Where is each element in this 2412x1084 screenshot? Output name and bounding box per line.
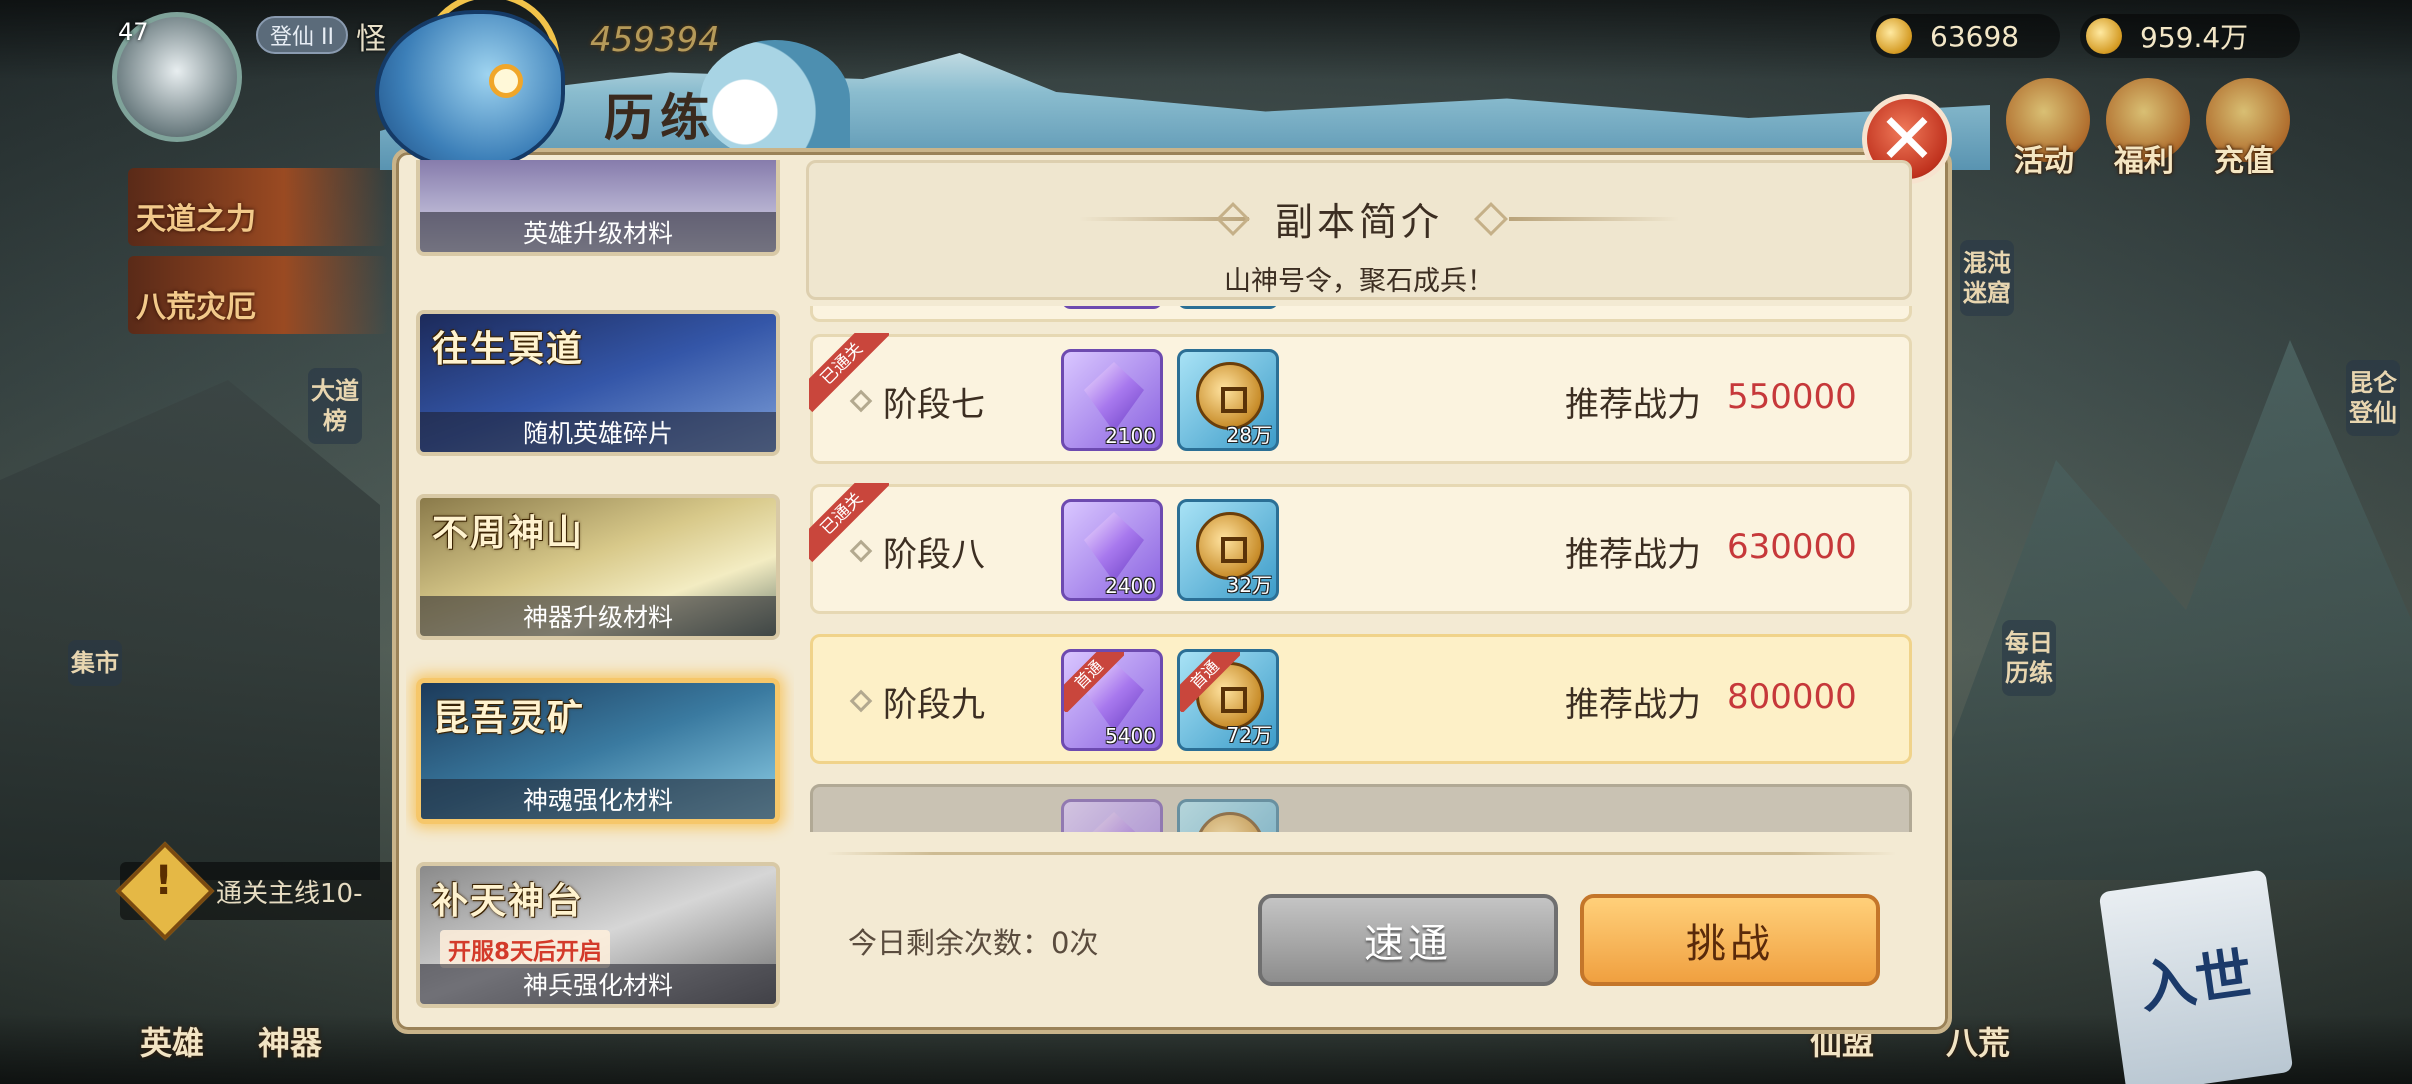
dialog-title: 历练 xyxy=(604,89,716,147)
coin-amount: 72万 xyxy=(1226,723,1272,747)
challenge-button[interactable]: 挑战 xyxy=(1580,894,1880,986)
stage-name: 阶段七 xyxy=(883,385,985,425)
nav-artifact[interactable]: 神器 xyxy=(258,1018,322,1064)
first-clear-flag: 首通 xyxy=(1064,652,1124,712)
stage-row-8[interactable]: 已通关 阶段八 2400 32万 推荐战力 630000 xyxy=(809,483,1912,614)
dungeon-name: 补天神台 xyxy=(432,881,585,922)
dungeon-card-hero[interactable]: 英雄升级材料 xyxy=(416,160,780,256)
intro-header: 副本简介 山神号令，聚石成兵！ xyxy=(806,160,1912,300)
gold-ingot-counter[interactable]: 63698 xyxy=(1870,14,2060,58)
coin-reward-icon xyxy=(1177,306,1279,309)
gem-reward-icon xyxy=(1061,306,1163,309)
side-daily[interactable]: 每日历练 xyxy=(2002,620,2056,696)
coin-icon xyxy=(2086,18,2122,54)
nav-hero[interactable]: 英雄 xyxy=(140,1018,204,1064)
dungeon-name: 昆吾灵矿 xyxy=(433,698,586,739)
enter-world-scroll[interactable]: 入世 xyxy=(2098,869,2294,1084)
header-line-right xyxy=(1509,217,1679,221)
intro-title: 副本简介 xyxy=(1274,200,1443,244)
vip-badge[interactable]: 登仙 II xyxy=(256,16,348,54)
dungeon-subtitle: 随机英雄碎片 xyxy=(420,412,776,452)
activity-label[interactable]: 活动 xyxy=(2014,136,2074,180)
dungeon-detail: 副本简介 山神号令，聚石成兵！ 已通关 阶段七 2100 28万 推荐战力 55… xyxy=(806,160,1912,1022)
dungeon-card-kunwu[interactable]: 昆吾灵矿 神魂强化材料 xyxy=(416,678,780,824)
player-name: 怪 xyxy=(356,22,386,57)
coin-reward-icon xyxy=(1177,799,1279,832)
side-kunlun[interactable]: 昆仑登仙 xyxy=(2346,360,2400,436)
coin-value: 959.4万 xyxy=(2140,21,2249,54)
first-clear-flag: 首通 xyxy=(1180,652,1240,712)
dungeon-subtitle: 英雄升级材料 xyxy=(420,212,776,252)
coin-amount: 28万 xyxy=(1226,423,1272,447)
banner-heaven-power[interactable]: 天道之力 xyxy=(128,168,388,246)
recommended-power-label: 推荐战力 xyxy=(1565,385,1701,425)
side-chaos-cave[interactable]: 混沌迷窟 xyxy=(1960,240,2014,316)
coin-reward-icon[interactable]: 28万 xyxy=(1177,349,1279,451)
footer-divider xyxy=(826,852,1896,855)
gem-amount: 5400 xyxy=(1105,724,1156,748)
coin-amount: 32万 xyxy=(1226,573,1272,597)
dungeon-lock-text: 开服8天后开启 xyxy=(440,930,611,968)
recharge-label[interactable]: 充值 xyxy=(2214,136,2274,180)
stage-row-7[interactable]: 已通关 阶段七 2100 28万 推荐战力 550000 xyxy=(809,333,1912,464)
gold-ingot-value: 63698 xyxy=(1930,19,2020,53)
dungeon-card-buzhou[interactable]: 不周神山 神器升级材料 xyxy=(416,494,780,640)
remaining-attempts: 今日剩余次数：0次 xyxy=(848,926,1099,960)
stage-name: 阶段九 xyxy=(883,685,985,725)
gem-reward-icon[interactable]: 首通 5400 xyxy=(1061,649,1163,751)
recommended-power-label: 推荐战力 xyxy=(1565,535,1701,575)
recommended-power-value: 800000 xyxy=(1727,677,1857,717)
stage-list[interactable]: 已通关 阶段七 2100 28万 推荐战力 550000 已通关 阶段八 240… xyxy=(806,306,1912,832)
intro-text: 山神号令，聚石成兵！ xyxy=(1224,266,1494,297)
player-level: 47 xyxy=(118,18,149,46)
banner-eight-wastes[interactable]: 八荒灾厄 xyxy=(128,256,388,334)
coin-reward-icon[interactable]: 32万 xyxy=(1177,499,1279,601)
welfare-label[interactable]: 福利 xyxy=(2114,136,2174,180)
dungeon-subtitle: 神兵强化材料 xyxy=(420,964,776,1004)
bullet-icon xyxy=(849,689,873,713)
player-power: 459394 xyxy=(590,20,720,60)
dungeon-subtitle: 神器升级材料 xyxy=(420,596,776,636)
dungeon-card-butian[interactable]: 补天神台 开服8天后开启 神兵强化材料 xyxy=(416,862,780,1008)
dungeon-subtitle: 神魂强化材料 xyxy=(421,779,775,819)
gem-amount: 2400 xyxy=(1105,574,1156,598)
sweep-button[interactable]: 速通 xyxy=(1258,894,1558,986)
wave-curl-decoration xyxy=(700,40,850,160)
dungeon-name: 不周神山 xyxy=(432,513,585,554)
gem-reward-icon[interactable]: 2400 xyxy=(1061,499,1163,601)
gem-reward-icon xyxy=(1061,799,1163,832)
side-market[interactable]: 集市 xyxy=(68,640,122,686)
coin-reward-icon[interactable]: 首通 72万 xyxy=(1177,649,1279,751)
stage-row-partial xyxy=(810,306,1912,322)
gold-ingot-icon xyxy=(1876,18,1912,54)
nav-eight-wastes[interactable]: 八荒 xyxy=(1946,1018,2010,1064)
stage-name: 阶段八 xyxy=(883,535,985,575)
gem-amount: 2100 xyxy=(1105,424,1156,448)
dungeon-list[interactable]: 英雄升级材料 往生冥道 随机英雄碎片 不周神山 神器升级材料 昆吾灵矿 神魂强化… xyxy=(406,160,794,1022)
coin-counter[interactable]: 959.4万 xyxy=(2080,14,2300,58)
recommended-power-value: 630000 xyxy=(1727,527,1857,567)
whale-mascot-icon xyxy=(375,10,565,170)
stage-row-9[interactable]: 阶段九 首通 5400 首通 72万 推荐战力 800000 xyxy=(810,634,1912,764)
dungeon-name: 往生冥道 xyxy=(432,329,585,370)
recommended-power-value: 550000 xyxy=(1727,377,1857,417)
stage-row-locked xyxy=(810,784,1912,832)
recommended-power-label: 推荐战力 xyxy=(1565,685,1701,725)
dungeon-card-underworld[interactable]: 往生冥道 随机英雄碎片 xyxy=(416,310,780,456)
gem-reward-icon[interactable]: 2100 xyxy=(1061,349,1163,451)
side-ranking[interactable]: 大道榜 xyxy=(308,368,362,444)
